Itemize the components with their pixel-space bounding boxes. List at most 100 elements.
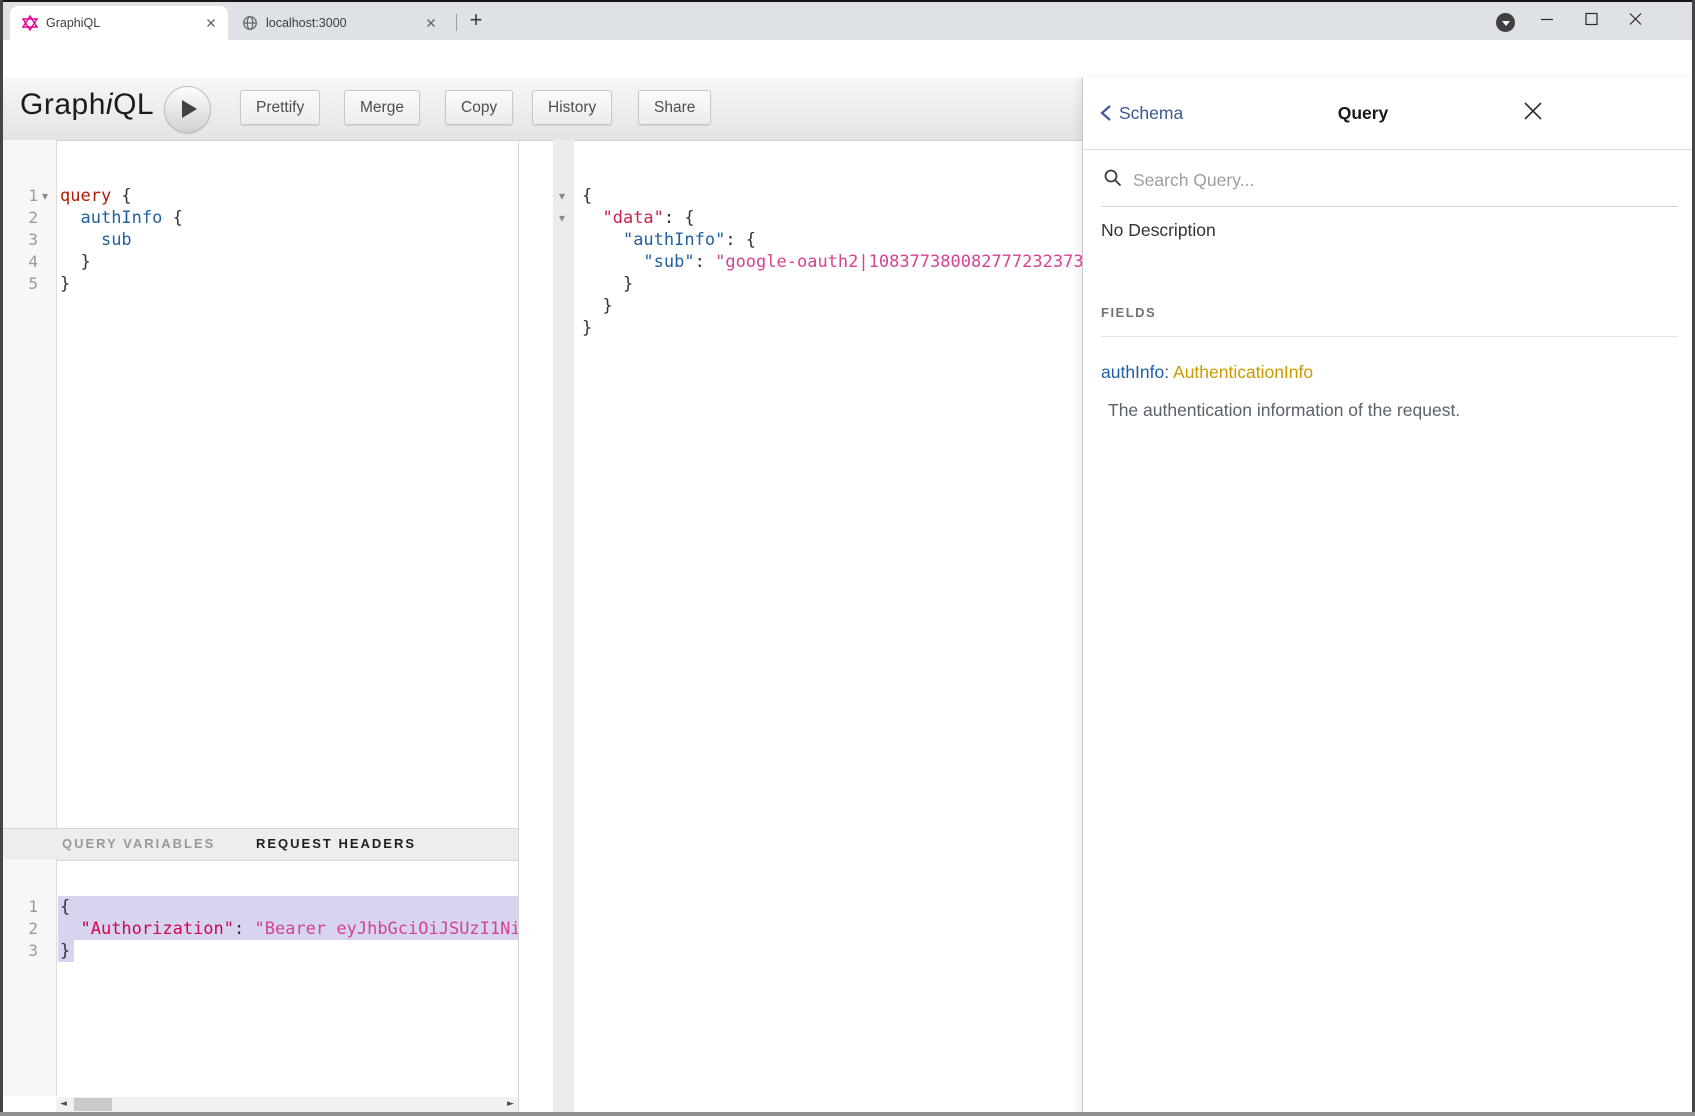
code-token: : { — [725, 230, 756, 250]
query-editor[interactable]: 1▾query {2 authInfo {3 sub4 }5} — [0, 140, 518, 828]
docs-search — [1101, 156, 1678, 207]
globe-icon — [242, 15, 258, 31]
tab-close-icon[interactable] — [204, 16, 218, 30]
maximize-button[interactable] — [1578, 6, 1604, 32]
docs-field-item: authInfo: AuthenticationInfo — [1101, 362, 1313, 383]
code-token: : { — [664, 208, 695, 228]
line-number: 5 — [0, 273, 38, 295]
code-line: ▾{ — [518, 185, 1082, 207]
code-line: ▾ "data": { — [518, 207, 1082, 229]
line-number: 2 — [0, 207, 38, 229]
share-button[interactable]: Share — [638, 90, 711, 125]
fold-arrow-icon[interactable]: ▾ — [42, 185, 48, 207]
code-token — [582, 252, 643, 272]
request-headers-editor[interactable]: 1{2 "Authorization": "Bearer eyJhbGciOiJ… — [0, 859, 518, 1096]
code-line: } — [518, 273, 1082, 295]
code-token: : — [234, 919, 254, 939]
code-line: 4 } — [0, 251, 518, 273]
code-token — [60, 919, 80, 939]
new-tab-button[interactable]: + — [462, 4, 490, 36]
line-number: 3 — [0, 940, 38, 962]
code-line: 2 authInfo { — [0, 207, 518, 229]
chrome-update-indicator-icon[interactable] — [1496, 13, 1515, 32]
history-button[interactable]: History — [532, 90, 612, 125]
text-selection — [58, 896, 518, 918]
code-token: } — [60, 274, 70, 294]
code-token: "Bearer eyJhbGciOiJSUzI1NiIsInR5cCI6IkpX… — [255, 919, 519, 939]
fold-arrow-icon[interactable]: ▾ — [559, 207, 565, 229]
code-token: authInfo — [80, 208, 162, 228]
tab-request-headers[interactable]: REQUEST HEADERS — [256, 829, 416, 859]
code-token: "sub" — [643, 252, 694, 272]
code-token: } — [582, 318, 592, 338]
code-token — [582, 230, 623, 250]
code-line: 3 sub — [0, 229, 518, 251]
code-token: { — [582, 186, 592, 206]
play-icon — [182, 100, 197, 118]
docs-fields-heading: FIELDS — [1101, 305, 1156, 320]
code-token — [582, 208, 602, 228]
tab-close-icon[interactable] — [424, 16, 438, 30]
window-frame — [0, 1112, 1695, 1116]
prettify-button[interactable]: Prettify — [240, 90, 320, 125]
horizontal-scrollbar[interactable]: ◄ ► — [56, 1097, 518, 1112]
code-line: 5} — [0, 273, 518, 295]
scrollbar-thumb[interactable] — [74, 1098, 112, 1111]
graphiql-favicon-icon — [22, 15, 38, 31]
minimize-button[interactable] — [1534, 6, 1560, 32]
window-close-button[interactable] — [1622, 6, 1648, 32]
code-line: } — [518, 295, 1082, 317]
window-frame — [0, 0, 1695, 2]
graphiql-logo: GraphiQL — [20, 88, 154, 122]
code-token: } — [582, 274, 633, 294]
field-type-link[interactable]: AuthenticationInfo — [1173, 362, 1313, 382]
code-token: sub — [101, 230, 132, 250]
code-token: { — [162, 208, 182, 228]
line-number: 2 — [0, 918, 38, 940]
code-line: 2 "Authorization": "Bearer eyJhbGciOiJSU… — [0, 918, 518, 940]
code-line: } — [518, 317, 1082, 339]
result-viewer[interactable]: ▾{▾ "data": { "authInfo": { "sub": "goog… — [518, 140, 1082, 1116]
scroll-right-icon[interactable]: ► — [503, 1097, 518, 1112]
code-line: "sub": "google-oauth2|108377380082777232… — [518, 251, 1082, 273]
code-token: } — [582, 296, 613, 316]
graphiql-topbar: GraphiQL Prettify Merge Copy History Sha… — [0, 78, 1082, 141]
tab-graphiql[interactable]: GraphiQL — [10, 6, 228, 40]
code-token: "data" — [602, 208, 663, 228]
copy-button[interactable]: Copy — [445, 90, 513, 125]
merge-button[interactable]: Merge — [344, 90, 420, 125]
tab-separator — [456, 14, 457, 31]
docs-search-input[interactable] — [1131, 162, 1655, 198]
address-bar-row: localhost:3000 UO P Tp L Aktualisieren ⋮ — [0, 40, 1695, 79]
scroll-left-icon[interactable]: ◄ — [56, 1097, 71, 1112]
search-icon — [1103, 168, 1123, 188]
code-token: "authInfo" — [623, 230, 725, 250]
docs-fields-divider — [1101, 336, 1678, 337]
window-frame — [0, 0, 3, 1116]
docs-field-description: The authentication information of the re… — [1108, 400, 1460, 421]
code-token: { — [60, 897, 70, 917]
field-name-link[interactable]: authInfo — [1101, 362, 1164, 382]
tab-localhost[interactable]: localhost:3000 — [230, 6, 448, 40]
browser-window: GraphiQL localhost:3000 + — [0, 0, 1695, 1116]
execute-query-button[interactable] — [164, 86, 211, 133]
code-token: "Authorization" — [80, 919, 234, 939]
docs-no-description: No Description — [1101, 220, 1216, 241]
fold-arrow-icon[interactable]: ▾ — [559, 185, 565, 207]
docs-close-icon[interactable] — [1521, 99, 1547, 125]
code-line: 1{ — [0, 896, 518, 918]
code-token — [60, 230, 101, 250]
docs-title: Query — [1083, 98, 1643, 128]
tab-query-variables[interactable]: QUERY VARIABLES — [62, 829, 215, 859]
line-number: 3 — [0, 229, 38, 251]
line-number: 4 — [0, 251, 38, 273]
doc-explorer-panel: Schema Query No Description FIELDS authI… — [1082, 78, 1695, 1116]
code-token: } — [60, 941, 70, 961]
tab-title: localhost:3000 — [266, 6, 347, 40]
code-token: } — [60, 252, 91, 272]
tab-title: GraphiQL — [46, 6, 100, 40]
code-line: 1▾query { — [0, 185, 518, 207]
code-token: : — [695, 252, 715, 272]
tab-strip: GraphiQL localhost:3000 + — [0, 0, 1695, 40]
line-number: 1 — [0, 896, 38, 918]
